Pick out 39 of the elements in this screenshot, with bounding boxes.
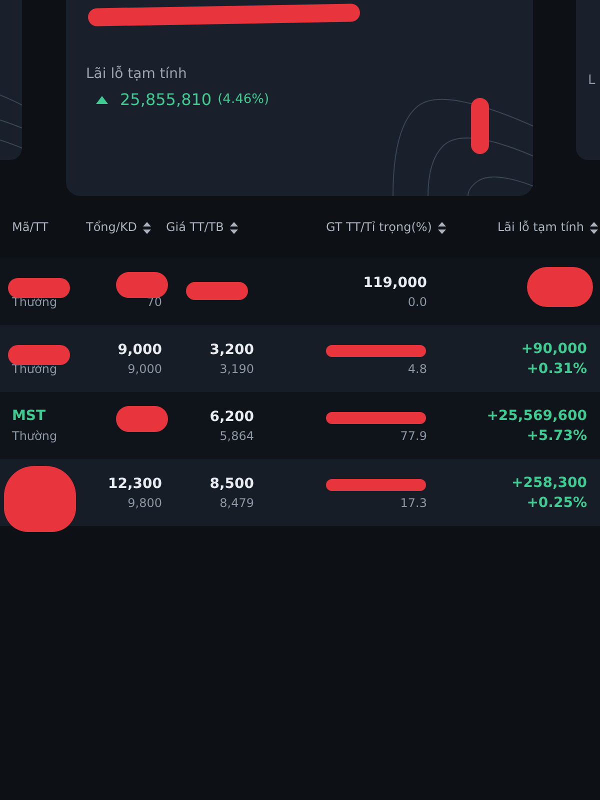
order-type: Thường — [12, 360, 58, 376]
pnl-value: 25,855,810 — [120, 90, 212, 109]
profit-value: +25,569,600 — [486, 406, 587, 424]
column-header: Giá TT/TB — [166, 220, 224, 234]
profit-percent: +5.73% — [526, 426, 587, 444]
table-cell: 5,864 — [220, 428, 254, 444]
table-cell: 6,200 — [210, 408, 254, 426]
sort-icon[interactable] — [143, 222, 152, 234]
profit-value: +258,300 — [512, 474, 587, 492]
table-cell: 8,500 — [210, 474, 254, 492]
pnl-label: Lãi lỗ tạm tính — [86, 66, 187, 82]
card-label: L — [588, 72, 596, 88]
table-cell: 9,000 — [118, 340, 162, 358]
table-cell: 77.9 — [400, 428, 427, 444]
order-type: Thường — [12, 428, 58, 444]
table-cell: 8,479 — [220, 494, 254, 510]
column-header: Tổng/KD — [86, 220, 138, 234]
column-header: GT TT/Tỉ trọng(%) — [326, 220, 432, 234]
contour-lines-drawing — [0, 94, 22, 150]
profit-value: +90,000 — [521, 340, 587, 358]
profit-percent: +0.25% — [526, 494, 587, 512]
sort-icon[interactable] — [230, 222, 238, 234]
sort-icon[interactable] — [590, 222, 598, 234]
table-cell: 119,000 — [363, 274, 427, 292]
table-cell: 3,200 — [210, 340, 254, 358]
column-header: Lãi lỗ tạm tính — [498, 220, 584, 234]
stock-code: MST — [12, 408, 46, 426]
table-cell: 9,800 — [128, 494, 162, 510]
table-cell: 12,300 — [108, 474, 162, 492]
sort-icon[interactable] — [438, 222, 446, 234]
pnl-percent: (4.46%) — [218, 92, 270, 107]
profit-percent: +0.31% — [526, 360, 587, 378]
table-cell: 3,190 — [220, 360, 254, 376]
table-cell: 17.3 — [400, 494, 427, 510]
order-type: Thường — [12, 294, 58, 310]
column-header: Mã/TT — [12, 220, 48, 234]
table-cell: 4.8 — [408, 360, 427, 376]
table-cell: 9,000 — [128, 360, 162, 376]
table-cell: 0.0 — [408, 294, 427, 310]
